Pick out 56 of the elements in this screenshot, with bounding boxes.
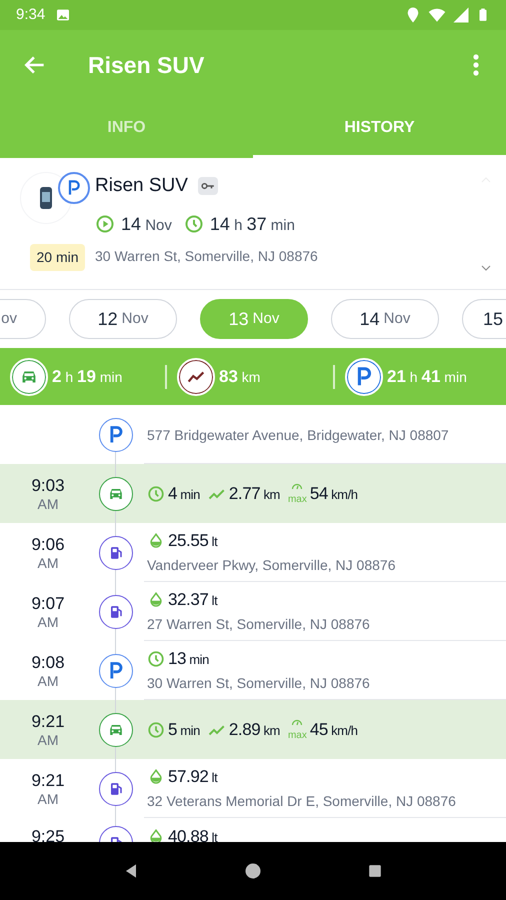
play-icon	[95, 214, 115, 234]
start-date: 14 Nov	[121, 212, 172, 236]
fuel-amount: 57.92 lt	[168, 766, 218, 788]
date-chip[interactable]: ov	[0, 299, 46, 339]
toolbar-title: Risen SUV	[88, 50, 204, 80]
fuel-amount: 32.37 lt	[168, 588, 218, 611]
drive-duration: 4 min	[168, 482, 200, 505]
parking-duration: 13 min	[168, 648, 209, 670]
image-icon	[55, 7, 72, 23]
clock-icon	[147, 484, 165, 502]
stop-duration: 14 h 37 min	[210, 212, 295, 236]
max-speed: 54 km/h	[310, 482, 358, 505]
am-pm-text: AM	[38, 791, 58, 809]
duration-badge: 20 min	[30, 244, 85, 271]
time-text: 9:06	[31, 534, 65, 556]
date-chip[interactable]: 14 Nov	[331, 299, 439, 339]
more-icon	[473, 54, 479, 76]
time-text: 9:25	[31, 826, 65, 842]
parking-icon	[66, 179, 82, 197]
date-chip[interactable]: 12 Nov	[69, 299, 177, 339]
total-value: 2 h 19 min	[52, 366, 122, 388]
address-text: Vanderveer Pkwy, Somerville, NJ 08876	[147, 556, 396, 576]
time-text: 9:08	[31, 652, 65, 674]
total-value: 83 km	[219, 366, 260, 388]
time-text: 9:21	[31, 711, 65, 732]
wifi-icon	[428, 6, 446, 24]
fuel-amount: 40.88 lt	[168, 826, 218, 842]
clock-time: 9:34	[16, 4, 46, 25]
total-value: 21 h 41 min	[387, 366, 467, 388]
time-text: 9:03	[31, 475, 65, 496]
max-speed: 45 km/h	[310, 718, 358, 741]
time-text: 9:07	[31, 593, 65, 614]
vehicle-name: Risen SUV	[95, 174, 188, 198]
am-pm-text: AM	[38, 673, 58, 691]
address-text: 27 Warren St, Somerville, NJ 08876	[147, 615, 371, 634]
address-text: 32 Veterans Memorial Dr E, Somerville, NJ 08876	[147, 792, 457, 812]
date-chip[interactable]: 15	[462, 299, 506, 339]
home-icon	[243, 861, 263, 881]
am-pm-text: AM	[38, 555, 58, 573]
max-label: max	[288, 730, 307, 740]
time-text: 9:21	[31, 770, 65, 792]
am-pm-text: AM	[38, 496, 58, 514]
clock-icon	[147, 720, 165, 738]
fuel-amount: 25.55 lt	[168, 530, 218, 552]
clock-icon	[147, 650, 165, 668]
drive-duration: 5 min	[168, 718, 200, 741]
max-label: max	[288, 494, 307, 504]
clock-icon	[184, 214, 204, 234]
am-pm-text: AM	[38, 732, 58, 750]
address-text: 30 Warren St, Somerville, NJ 08876	[147, 674, 371, 694]
am-pm-text: AM	[38, 614, 58, 632]
address-text: 30 Warren St, Somerville, NJ 08876	[95, 246, 318, 266]
drive-distance: 2.89 km	[228, 718, 280, 741]
drive-distance: 2.77 km	[228, 482, 280, 505]
address-text: 577 Bridgewater Avenue, Bridgewater, NJ 08807	[147, 426, 450, 445]
signal-icon	[452, 6, 470, 24]
